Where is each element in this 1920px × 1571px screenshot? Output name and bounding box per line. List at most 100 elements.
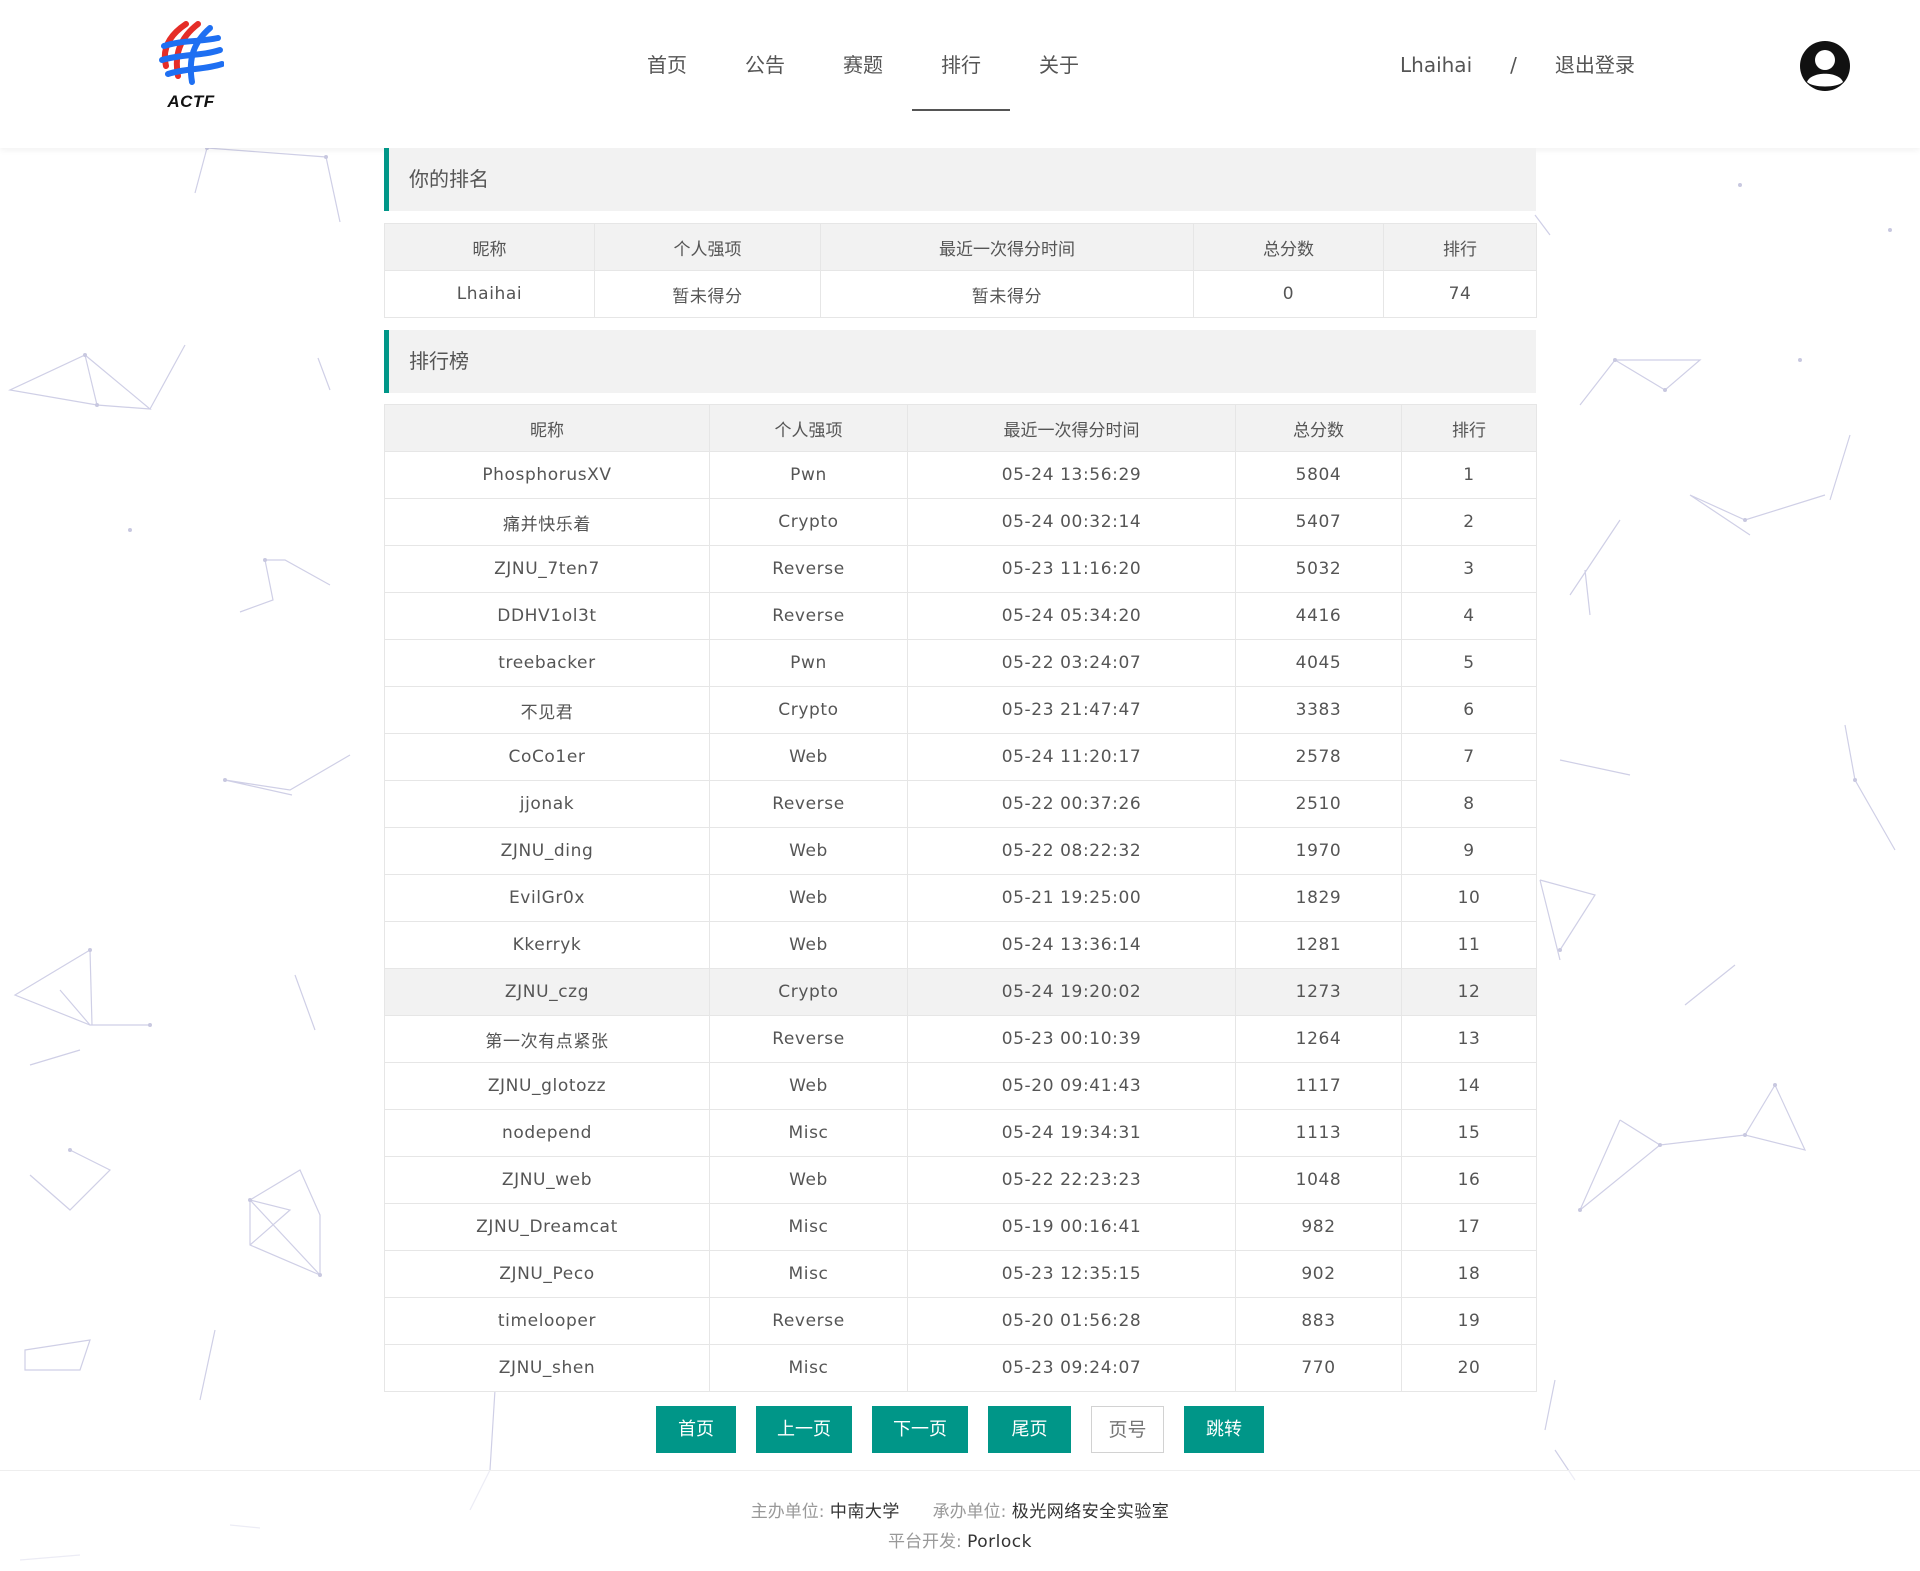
cell-time: 05-22 08:22:32 [907,827,1236,875]
cell-score: 1273 [1235,968,1402,1016]
table-row: 痛并快乐着 Crypto 05-24 00:32:14 5407 2 [384,498,1537,546]
table-row: ZJNU_shen Misc 05-23 09:24:07 770 20 [384,1344,1537,1392]
cell-nickname: Lhaihai [384,270,595,318]
table-row: treebacker Pwn 05-22 03:24:07 4045 5 [384,639,1537,687]
cell-strength: Crypto [709,686,908,734]
cell-time: 05-23 00:10:39 [907,1015,1236,1063]
col-nickname: 昵称 [384,223,595,271]
cell-rank: 15 [1401,1109,1537,1157]
col-last-score-time: 最近一次得分时间 [820,223,1194,271]
cell-score: 4045 [1235,639,1402,687]
cell-rank: 19 [1401,1297,1537,1345]
cell-score: 1829 [1235,874,1402,922]
col-rank: 排行 [1383,223,1537,271]
cell-strength: Crypto [709,968,908,1016]
col-total-score: 总分数 [1193,223,1384,271]
cell-nickname: ZJNU_Dreamcat [384,1203,710,1251]
cell-rank: 14 [1401,1062,1537,1110]
table-row: ZJNU_ding Web 05-22 08:22:32 1970 9 [384,827,1537,875]
cell-time: 05-22 03:24:07 [907,639,1236,687]
leaderboard-title: 排行榜 [384,330,1536,393]
cell-time: 05-22 00:37:26 [907,780,1236,828]
jump-button[interactable]: 跳转 [1184,1406,1264,1453]
username-link[interactable]: Lhaihai [1400,0,1472,130]
cell-rank: 7 [1401,733,1537,781]
nav-home[interactable]: 首页 [618,0,716,130]
cell-score: 0 [1193,270,1384,318]
cell-rank: 1 [1401,451,1537,499]
col-total-score: 总分数 [1235,404,1402,452]
first-page-button[interactable]: 首页 [656,1406,736,1453]
footer-line-1: 主办单位: 中南大学 承办单位: 极光网络安全实验室 [0,1497,1920,1522]
nav-announcements[interactable]: 公告 [716,0,814,130]
cell-score: 1113 [1235,1109,1402,1157]
prev-page-button[interactable]: 上一页 [756,1406,852,1453]
actf-logo[interactable]: ACTF [158,20,224,114]
cell-time: 05-24 00:32:14 [907,498,1236,546]
table-row: timelooper Reverse 05-20 01:56:28 883 19 [384,1297,1537,1345]
cell-strength: Web [709,1062,908,1110]
cell-score: 1117 [1235,1062,1402,1110]
cell-rank: 6 [1401,686,1537,734]
cell-nickname: 第一次有点紧张 [384,1015,710,1063]
logout-link[interactable]: 退出登录 [1555,0,1635,130]
cell-rank: 2 [1401,498,1537,546]
cell-score: 5407 [1235,498,1402,546]
table-row: ZJNU_Dreamcat Misc 05-19 00:16:41 982 17 [384,1203,1537,1251]
cell-time: 05-22 22:23:23 [907,1156,1236,1204]
dev-label: 平台开发: [888,1532,962,1552]
cell-time: 05-24 11:20:17 [907,733,1236,781]
table-row: ZJNU_web Web 05-22 22:23:23 1048 16 [384,1156,1537,1204]
cell-nickname: ZJNU_web [384,1156,710,1204]
user-area: Lhaihai / 退出登录 [1400,0,1635,130]
cell-strength: Web [709,1156,908,1204]
nav-challenges[interactable]: 赛题 [814,0,912,130]
organizer-value: 极光网络安全实验室 [1011,1502,1170,1522]
cell-nickname: ZJNU_Peco [384,1250,710,1298]
cell-rank: 9 [1401,827,1537,875]
cell-score: 1970 [1235,827,1402,875]
host-value: 中南大学 [829,1502,900,1522]
last-page-button[interactable]: 尾页 [988,1406,1071,1453]
cell-strength: Web [709,733,908,781]
col-strength: 个人强项 [594,223,821,271]
cell-nickname: jjonak [384,780,710,828]
cell-score: 1264 [1235,1015,1402,1063]
user-avatar-icon[interactable] [1799,40,1851,92]
footer-line-2: 平台开发: Porlock [0,1527,1920,1552]
cell-nickname: Kkerryk [384,921,710,969]
cell-nickname: ZJNU_czg [384,968,710,1016]
cell-score: 2578 [1235,733,1402,781]
cell-rank: 74 [1383,270,1537,318]
cell-time: 05-23 21:47:47 [907,686,1236,734]
actf-logo-mark [159,21,224,85]
cell-rank: 12 [1401,968,1537,1016]
cell-strength: Reverse [709,592,908,640]
cell-score: 902 [1235,1250,1402,1298]
top-header: ACTF 首页 公告 赛题 排行 关于 Lhaihai / 退出登录 [0,0,1920,148]
table-row: PhosphorusXV Pwn 05-24 13:56:29 5804 1 [384,451,1537,499]
cell-strength: Pwn [709,451,908,499]
table-row: nodepend Misc 05-24 19:34:31 1113 15 [384,1109,1537,1157]
cell-time: 05-24 13:56:29 [907,451,1236,499]
cell-time: 暂未得分 [820,270,1194,318]
nav-about[interactable]: 关于 [1010,0,1108,130]
cell-time: 05-23 11:16:20 [907,545,1236,593]
cell-rank: 18 [1401,1250,1537,1298]
cell-score: 2510 [1235,780,1402,828]
table-row: Kkerryk Web 05-24 13:36:14 1281 11 [384,921,1537,969]
cell-rank: 16 [1401,1156,1537,1204]
cell-time: 05-24 19:20:02 [907,968,1236,1016]
nav-ranking[interactable]: 排行 [912,0,1010,130]
cell-time: 05-23 09:24:07 [907,1344,1236,1392]
cell-strength: Reverse [709,545,908,593]
cell-strength: Web [709,921,908,969]
cell-score: 982 [1235,1203,1402,1251]
cell-strength: Reverse [709,1015,908,1063]
table-row: ZJNU_Peco Misc 05-23 12:35:15 902 18 [384,1250,1537,1298]
table-row: ZJNU_7ten7 Reverse 05-23 11:16:20 5032 3 [384,545,1537,593]
user-separator: / [1510,53,1517,77]
page-number-input[interactable] [1091,1406,1164,1453]
next-page-button[interactable]: 下一页 [872,1406,968,1453]
table-row: ZJNU_czg Crypto 05-24 19:20:02 1273 12 [384,968,1537,1016]
